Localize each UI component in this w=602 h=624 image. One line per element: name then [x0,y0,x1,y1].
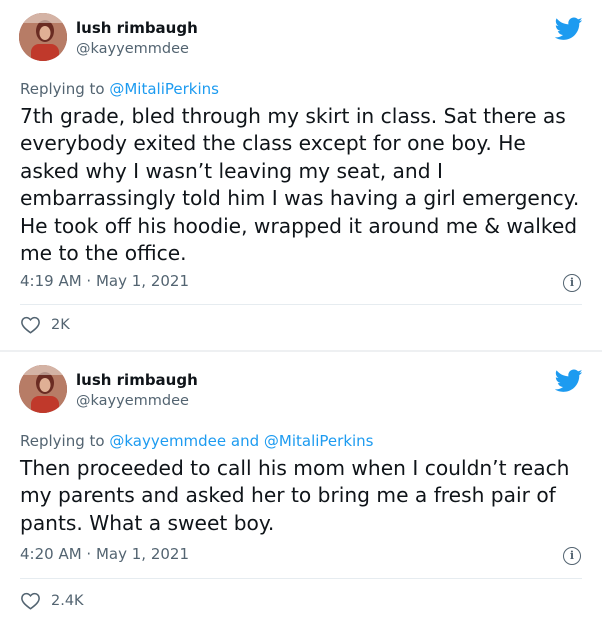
reply-prefix: Replying to [20,80,110,98]
info-icon[interactable]: i [563,547,581,565]
like-count: 2.4K [51,592,84,609]
heart-icon [21,316,40,334]
tweet-card[interactable]: lush rimbaugh @kayyemmdee Replying to @M… [0,0,602,350]
info-icon[interactable]: i [563,274,581,292]
reply-context: Replying to @MitaliPerkins [20,80,219,98]
avatar[interactable] [19,13,67,61]
reply-mentions[interactable]: @MitaliPerkins [109,80,219,98]
twitter-bird-icon[interactable] [555,17,583,41]
tweet-screenshot: lush rimbaugh @kayyemmdee Replying to @M… [0,0,602,624]
tweet-timestamp[interactable]: 4:19 AM · May 1, 2021 [20,272,189,290]
reply-context: Replying to @kayyemmdee and @MitaliPerki… [20,432,374,450]
tweet-timestamp[interactable]: 4:20 AM · May 1, 2021 [20,545,189,563]
tweet-text: Then proceeded to call his mom when I co… [20,456,570,535]
divider [20,578,582,579]
heart-icon [21,592,40,610]
like-button[interactable]: 2K [20,315,70,334]
author-name[interactable]: lush rimbaugh [76,19,198,37]
like-button[interactable]: 2.4K [20,591,84,610]
reply-prefix: Replying to [20,432,110,450]
twitter-bird-icon[interactable] [555,369,583,393]
author-name[interactable]: lush rimbaugh [76,371,198,389]
reply-mentions[interactable]: @kayyemmdee and @MitaliPerkins [109,432,373,450]
tweet-card[interactable]: lush rimbaugh @kayyemmdee Replying to @k… [0,352,602,624]
tweet-text: 7th grade, bled through my skirt in clas… [20,104,580,266]
author-handle[interactable]: @kayyemmdee [76,393,189,409]
author-handle[interactable]: @kayyemmdee [76,41,189,57]
like-count: 2K [51,316,70,333]
divider [20,304,582,305]
avatar[interactable] [19,365,67,413]
